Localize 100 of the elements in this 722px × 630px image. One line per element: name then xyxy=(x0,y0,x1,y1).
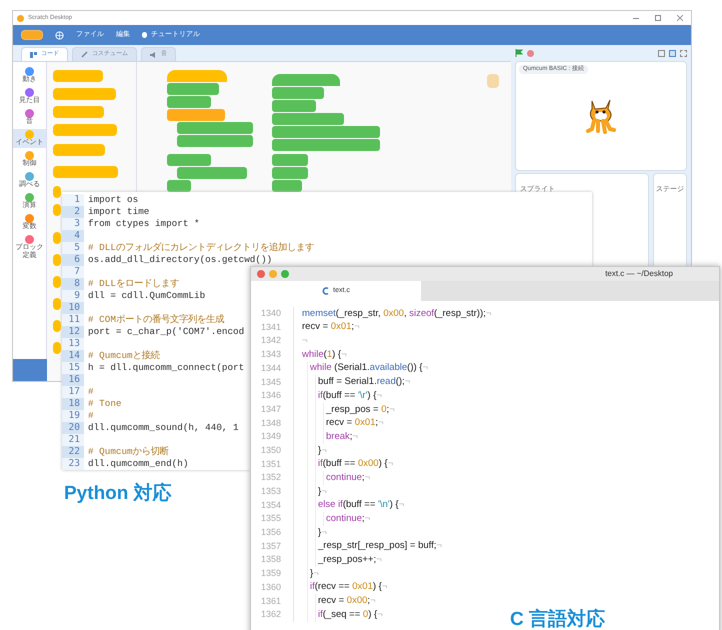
lightbulb-icon xyxy=(142,32,147,38)
close-icon[interactable] xyxy=(257,270,265,278)
code-line: }¬ xyxy=(309,566,319,581)
line-number: 1362 xyxy=(260,608,282,622)
code-block[interactable] xyxy=(53,320,61,332)
code-comment: # Tone xyxy=(87,398,122,410)
app-icon xyxy=(17,14,24,22)
fullscreen-icon[interactable] xyxy=(680,50,687,56)
code-comment: # Qumcumと接続 xyxy=(87,350,160,362)
line-number: 1360 xyxy=(260,580,282,594)
code-line: }¬ xyxy=(317,484,327,499)
flag-icon[interactable] xyxy=(515,49,523,57)
code-block[interactable] xyxy=(53,124,117,136)
code-line: else if(buff == '\n') {¬ xyxy=(317,498,404,512)
line-number: 14 xyxy=(62,350,84,362)
code-block[interactable] xyxy=(53,276,61,288)
code-block[interactable] xyxy=(53,342,61,354)
code-block[interactable] xyxy=(53,88,116,100)
code-block[interactable] xyxy=(53,186,61,198)
minimize-icon[interactable] xyxy=(269,270,277,278)
code-block[interactable] xyxy=(272,167,308,179)
code-block[interactable] xyxy=(167,109,225,121)
code-comment: # COMポートの番号文字列を生成 xyxy=(87,314,224,326)
maximize-icon[interactable] xyxy=(281,270,289,278)
code-block[interactable] xyxy=(272,100,316,112)
code-line: os.add_dll_directory(os.getcwd()) xyxy=(87,254,272,266)
code-block[interactable] xyxy=(167,83,219,95)
line-number: 7 xyxy=(62,266,84,278)
code-line: recv = 0x00;¬ xyxy=(317,594,376,608)
code-block[interactable] xyxy=(177,135,253,147)
line-number: 1347 xyxy=(260,402,282,416)
code-block[interactable] xyxy=(167,70,227,82)
code-block[interactable] xyxy=(53,254,61,266)
code-line: recv = 0x01;¬ xyxy=(325,416,384,430)
line-number: 17 xyxy=(62,386,84,398)
code-block[interactable] xyxy=(272,126,380,138)
code-line: import time xyxy=(87,206,150,218)
code-block[interactable] xyxy=(177,122,253,134)
small-stage-icon[interactable] xyxy=(658,50,665,56)
line-number: 1353 xyxy=(260,485,282,498)
logo-icon xyxy=(21,30,43,40)
code-line: if(_seq == 0) {¬ xyxy=(317,608,383,622)
line-number: 1 xyxy=(62,194,84,206)
code-block[interactable] xyxy=(272,74,340,86)
line-number: 23 xyxy=(62,458,84,470)
line-number: 1345 xyxy=(260,376,282,389)
line-number: 12 xyxy=(62,326,84,338)
code-block[interactable] xyxy=(167,96,211,108)
code-line: _resp_pos = 0;¬ xyxy=(324,402,395,417)
code-block[interactable] xyxy=(53,204,61,216)
line-number: 1350 xyxy=(260,444,282,457)
code-line: if(buff == 0x00) {¬ xyxy=(317,457,394,472)
add-extension-button[interactable] xyxy=(12,359,46,381)
code-block[interactable] xyxy=(53,106,104,118)
code-block[interactable] xyxy=(53,298,61,310)
code-comment: # DLLのフォルダにカレントディレクトリを追加します xyxy=(87,242,314,254)
code-block[interactable] xyxy=(177,167,247,179)
code-line: while(1) {¬ xyxy=(301,348,347,362)
brush-icon xyxy=(81,51,88,58)
code-block[interactable] xyxy=(272,139,380,151)
code-block[interactable] xyxy=(272,180,302,192)
code-block[interactable] xyxy=(272,113,344,125)
stop-icon[interactable] xyxy=(527,50,534,56)
code-line: memset(_resp_str, 0x00, sizeof(_resp_str));¬ xyxy=(301,306,492,321)
code-comment: # xyxy=(87,410,94,422)
code-line: while (Serial1.available()) {¬ xyxy=(309,361,428,376)
code-line: buff = Serial1.read();¬ xyxy=(317,375,410,390)
code-comment: # Qumcumから切断 xyxy=(87,446,169,458)
line-number: 1359 xyxy=(260,567,282,580)
code-block[interactable] xyxy=(53,144,105,156)
large-stage-icon[interactable] xyxy=(669,50,676,56)
code-block[interactable] xyxy=(272,87,324,99)
cat-sprite-drawing xyxy=(584,97,618,135)
code-line: }¬ xyxy=(317,444,327,458)
line-number: 13 xyxy=(62,338,84,350)
line-number: 18 xyxy=(62,398,84,410)
code-line: h = dll.qumcomm_connect(port xyxy=(87,362,244,374)
line-number: 21 xyxy=(62,434,84,446)
maximize-icon[interactable] xyxy=(655,15,661,21)
line-number: 11 xyxy=(62,314,84,326)
line-number: 4 xyxy=(62,230,84,242)
line-number: 1361 xyxy=(260,594,282,608)
line-number: 1344 xyxy=(260,362,282,375)
line-number: 1343 xyxy=(260,348,282,362)
code-block[interactable] xyxy=(167,154,211,166)
line-number: 19 xyxy=(62,410,84,422)
code-block[interactable] xyxy=(53,70,103,82)
close-icon[interactable] xyxy=(677,15,683,21)
code-block[interactable] xyxy=(53,232,61,244)
line-number: 10 xyxy=(62,302,84,314)
code-block[interactable] xyxy=(53,166,118,178)
globe-icon[interactable] xyxy=(55,30,64,40)
code-block[interactable] xyxy=(167,180,191,192)
line-number: 1340 xyxy=(260,307,282,320)
code-comment: # xyxy=(87,386,94,398)
code-line: }¬ xyxy=(317,526,327,540)
code-line: _resp_pos++;¬ xyxy=(316,553,382,568)
code-line: from ctypes import * xyxy=(87,218,200,230)
line-number: 1354 xyxy=(260,498,282,512)
code-block[interactable] xyxy=(272,154,308,166)
